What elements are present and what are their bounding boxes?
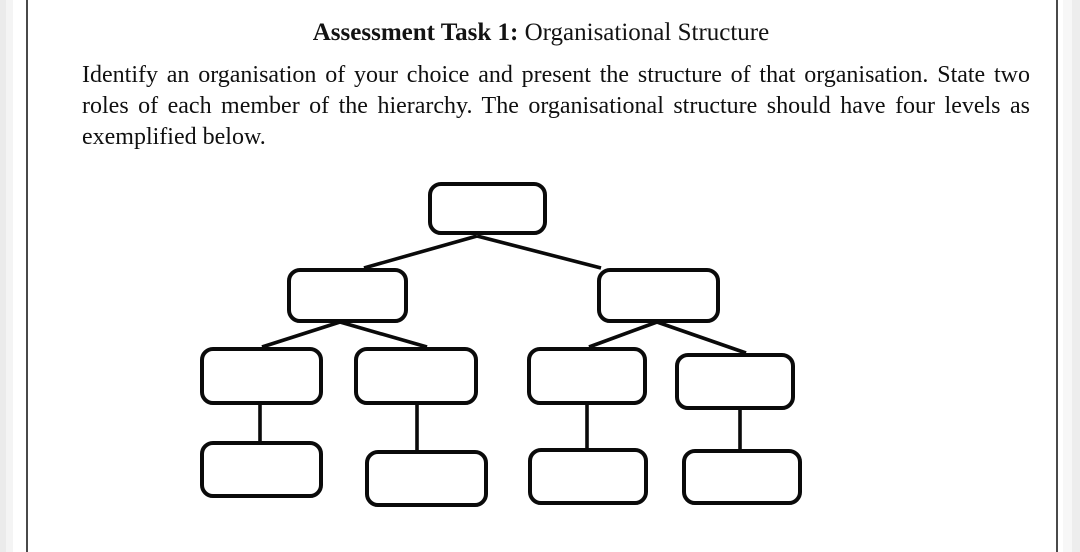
org-node-n2b[interactable] [597, 268, 720, 323]
org-node-n4d[interactable] [682, 449, 802, 505]
org-node-n2a[interactable] [287, 268, 408, 323]
org-node-n3a[interactable] [200, 347, 323, 405]
org-node-n3b[interactable] [354, 347, 478, 405]
org-node-n4b[interactable] [365, 450, 488, 507]
org-node-n4a[interactable] [200, 441, 323, 498]
org-node-n4c[interactable] [528, 448, 648, 505]
document-page: Assessment Task 1: Organisational Struct… [0, 0, 1080, 552]
org-connector-n2a-n3b [339, 320, 428, 349]
org-node-n3c[interactable] [527, 347, 647, 405]
org-connector-n2b-n3d [656, 320, 747, 355]
org-connector-n2a-n3a [261, 320, 341, 349]
org-connector-n2b-n3c [588, 320, 658, 349]
org-node-n3d[interactable] [675, 353, 795, 410]
org-connector-n1-n2a [363, 234, 478, 270]
org-structure-diagram [0, 0, 1080, 552]
org-connector-n1-n2b [476, 234, 602, 270]
org-node-n1[interactable] [428, 182, 547, 235]
